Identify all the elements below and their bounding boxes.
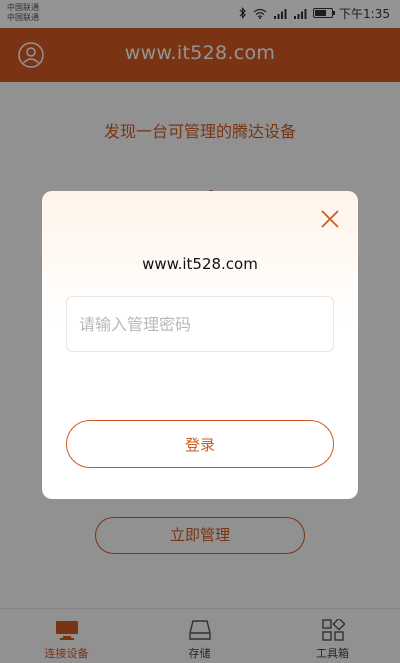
close-icon[interactable] <box>320 209 340 229</box>
login-dialog: www.it528.com 登录 <box>42 191 358 499</box>
dialog-title: www.it528.com <box>142 255 258 273</box>
login-button[interactable]: 登录 <box>66 420 334 468</box>
password-input[interactable] <box>66 296 334 352</box>
